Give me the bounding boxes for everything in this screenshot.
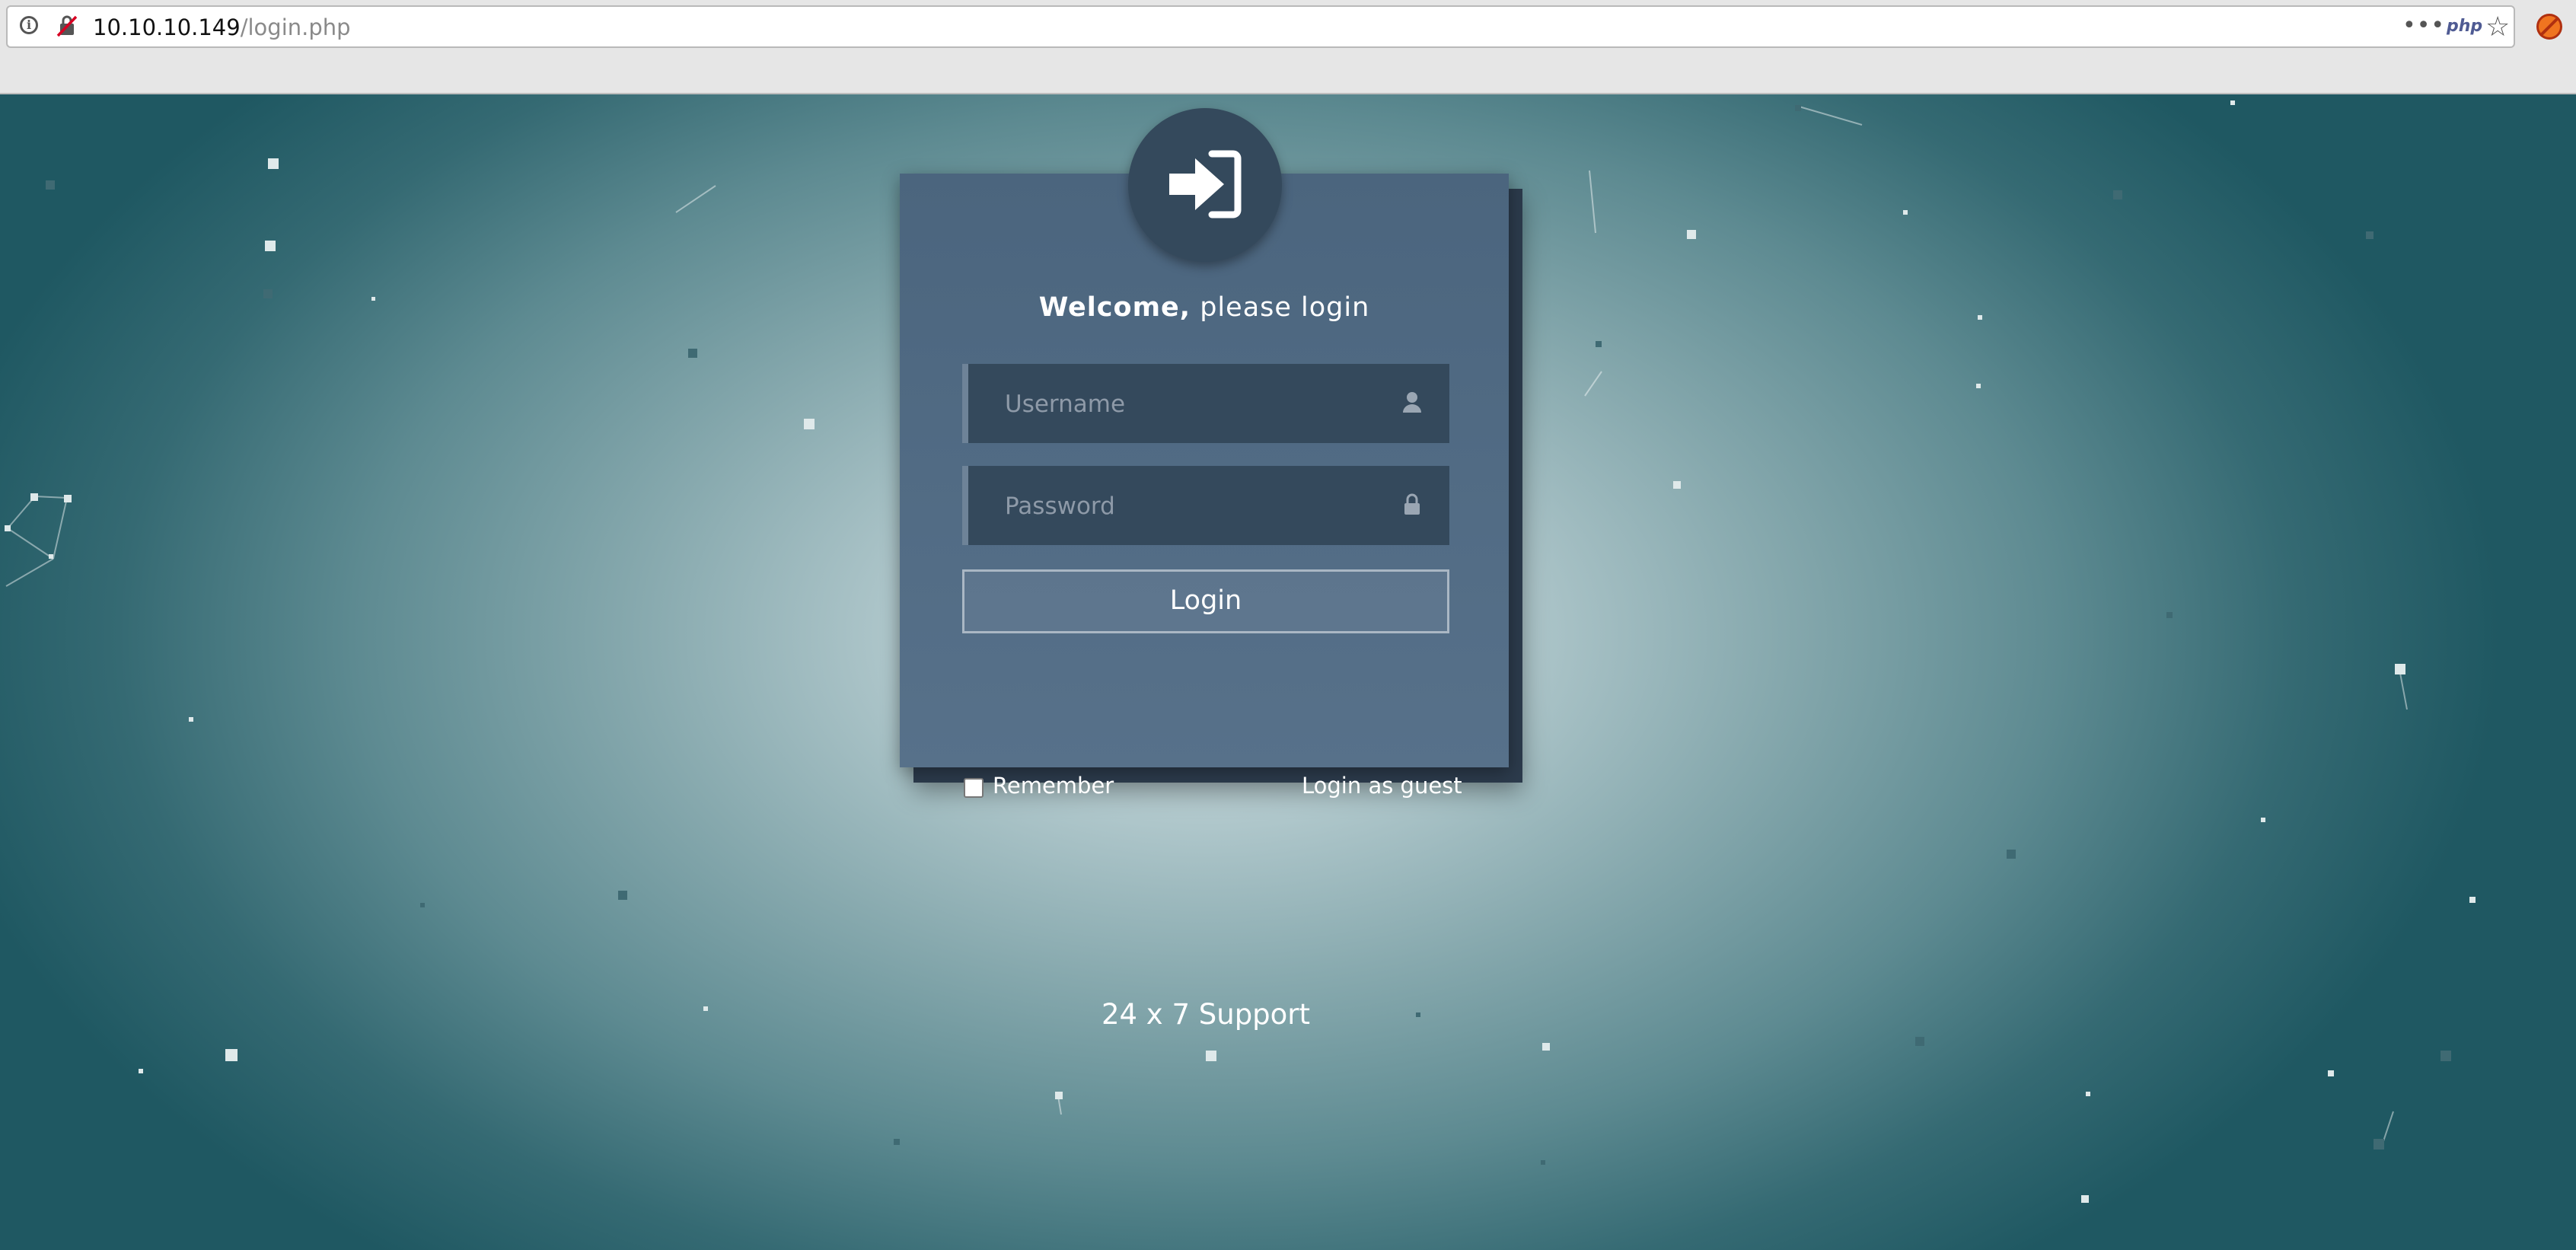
url-path: /login.php bbox=[240, 14, 351, 40]
login-button[interactable]: Login bbox=[962, 569, 1449, 633]
info-icon[interactable]: i bbox=[20, 16, 38, 34]
insecure-connection-icon[interactable] bbox=[55, 14, 79, 38]
lock-icon bbox=[1404, 493, 1420, 515]
welcome-rest: please login bbox=[1191, 292, 1370, 323]
password-field bbox=[962, 466, 1449, 547]
address-bar[interactable]: i 10.10.10.149/login.php ••• php ☆ bbox=[6, 5, 2515, 48]
bookmark-star-icon[interactable]: ☆ bbox=[2485, 14, 2510, 41]
remember-label[interactable]: Remember bbox=[993, 770, 1114, 801]
support-text: 24 x 7 Support bbox=[1101, 998, 1311, 1031]
username-field bbox=[962, 364, 1449, 445]
browser-toolbar: i 10.10.10.149/login.php ••• php ☆ bbox=[0, 0, 2576, 94]
username-input[interactable] bbox=[1003, 364, 1387, 445]
remember-checkbox[interactable] bbox=[964, 778, 984, 798]
url-host: 10.10.10.149 bbox=[93, 14, 241, 40]
welcome-heading: Welcome, please login bbox=[900, 291, 1509, 324]
password-input[interactable] bbox=[1003, 466, 1387, 547]
login-icon-badge bbox=[1128, 108, 1282, 262]
welcome-bold: Welcome, bbox=[1038, 292, 1191, 323]
more-actions-icon[interactable]: ••• bbox=[2402, 13, 2445, 39]
addon-blocked-icon[interactable] bbox=[2536, 14, 2562, 40]
php-addon-icon[interactable]: php bbox=[2447, 16, 2482, 37]
url-text[interactable]: 10.10.10.149/login.php bbox=[93, 14, 351, 40]
sign-in-icon bbox=[1169, 150, 1242, 218]
user-icon bbox=[1403, 392, 1421, 413]
login-as-guest-link[interactable]: Login as guest bbox=[1302, 770, 1462, 801]
